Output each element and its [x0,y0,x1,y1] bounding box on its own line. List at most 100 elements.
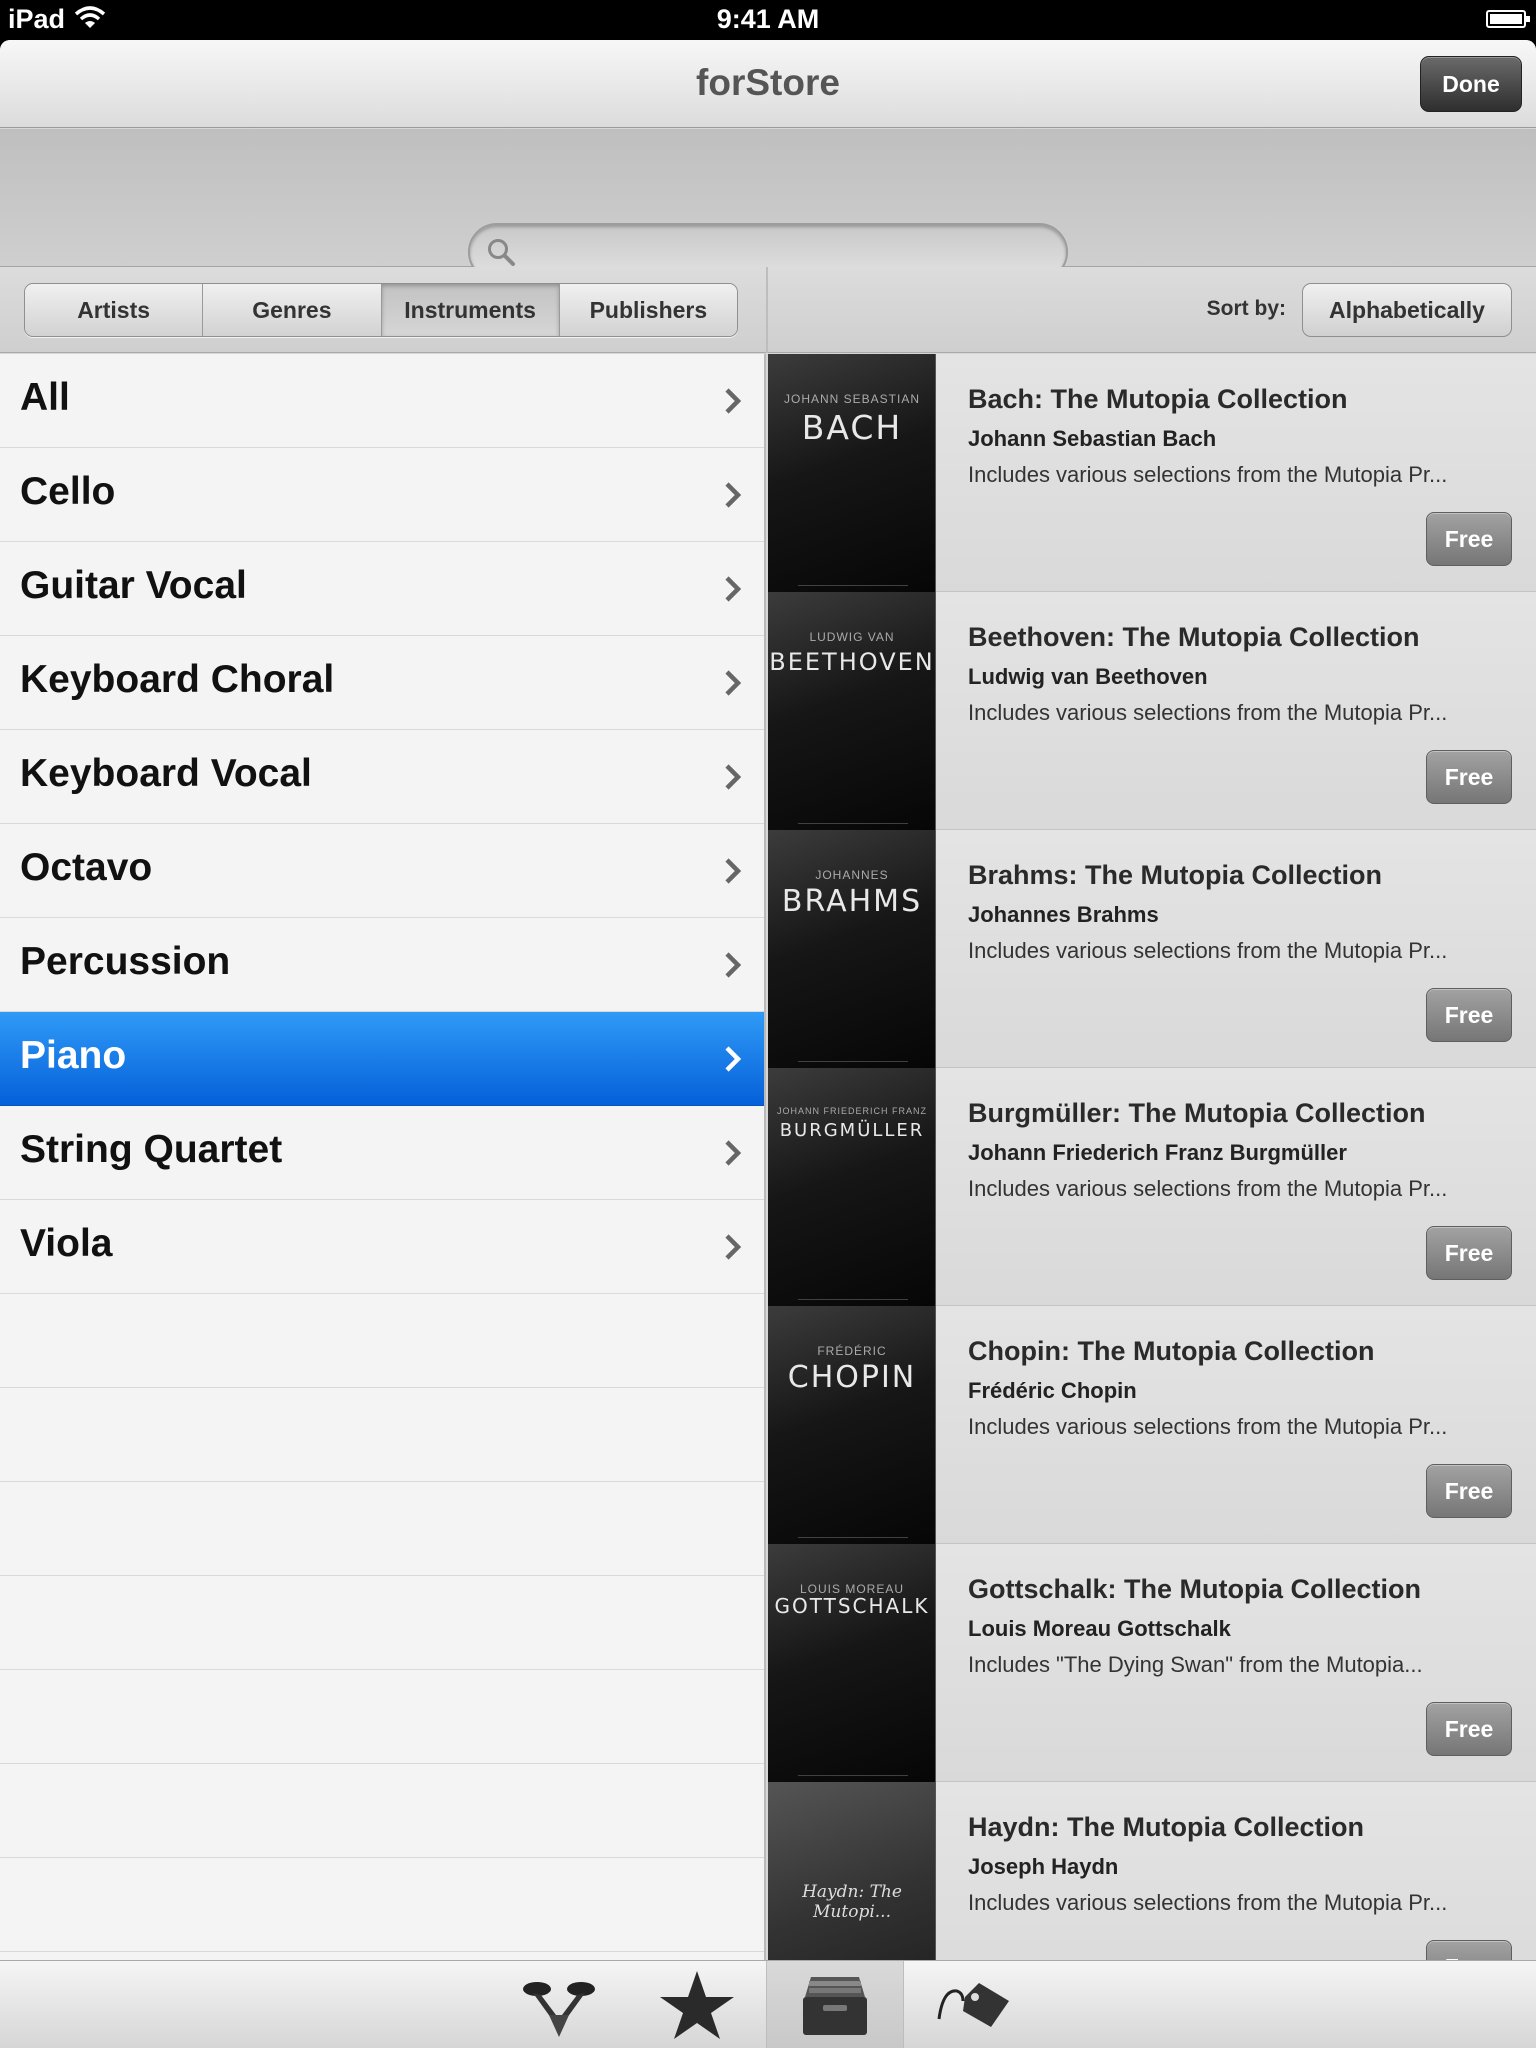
tab-categories[interactable] [766,1961,904,2048]
instrument-label: Keyboard Choral [20,658,335,701]
chevron-right-icon [725,1234,742,1260]
cover-last-name: BEETHOVEN [769,648,935,676]
instrument-row-percussion[interactable]: Percussion [0,918,764,1012]
signature-decoration [798,564,908,586]
cover-first-name: JOHANN SEBASTIAN [783,392,921,406]
signature-decoration [798,802,908,824]
product-title: Beethoven: The Mutopia Collection [968,622,1420,652]
free-button[interactable]: Free [1426,1464,1512,1518]
album-cover: JOHANNES BRAHMS [768,830,936,1068]
product-artist: Joseph Haydn [968,1854,1119,1879]
cover-first-name: JOHANN FRIEDERICH FRANZ [776,1106,927,1116]
product-description: Includes various selections from the Mut… [968,1890,1448,1915]
album-cover: JOHANN FRIEDERICH FRANZ BURGMÜLLER [768,1068,936,1306]
product-description: Includes various selections from the Mut… [968,938,1448,963]
product-title: Burgmüller: The Mutopia Collection [968,1098,1426,1128]
star-icon [660,1971,734,2039]
product-title: Bach: The Mutopia Collection [968,384,1348,414]
product-row[interactable]: JOHANN SEBASTIAN BACH Bach: The Mutopia … [768,354,1536,592]
album-cover: LUDWIG VAN BEETHOVEN [768,592,936,830]
search-input[interactable] [524,233,1044,271]
product-description: Includes various selections from the Mut… [968,1176,1448,1201]
instrument-label: String Quartet [20,1128,283,1171]
price-tag-icon [937,1983,1009,2027]
cover-last-name: BURGMÜLLER [779,1120,925,1141]
segment-instruments[interactable]: Instruments [381,284,560,336]
chevron-right-icon [725,952,742,978]
instrument-label: Cello [20,470,116,513]
tab-top-rated[interactable] [628,1961,766,2048]
instrument-row-string-quartet[interactable]: String Quartet [0,1106,764,1200]
sort-label: Sort by: [1206,297,1286,320]
segment-genres[interactable]: Genres [203,284,382,336]
done-button[interactable]: Done [1420,56,1522,112]
instrument-label: Keyboard Vocal [20,752,312,795]
navigation-bar: forStore Done [0,40,1536,128]
product-artist: Louis Moreau Gottschalk [968,1616,1231,1641]
product-row[interactable]: JOHANN FRIEDERICH FRANZ BURGMÜLLER Burgm… [768,1068,1536,1306]
signature-decoration [798,1516,908,1538]
instrument-row-cello[interactable]: Cello [0,448,764,542]
chevron-right-icon [725,1140,742,1166]
browse-segmented-control: Artists Genres Instruments Publishers [24,283,738,337]
free-button[interactable]: Free [1426,1226,1512,1280]
free-button[interactable]: Free [1426,988,1512,1042]
status-bar: iPad 9:41 AM [0,0,1536,40]
instrument-label: Percussion [20,940,231,983]
battery-icon [1486,10,1530,28]
search-icon [488,239,515,266]
tab-purchased[interactable] [904,1961,1042,2048]
instrument-label: Octavo [20,846,153,889]
segment-artists[interactable]: Artists [25,284,204,336]
free-button[interactable]: Free [1426,1702,1512,1756]
segment-publishers[interactable]: Publishers [559,284,737,336]
search-bar [0,129,1536,281]
album-cover: LOUIS MOREAU GOTTSCHALK [768,1544,936,1782]
tab-featured[interactable] [490,1961,628,2048]
product-row[interactable]: JOHANNES BRAHMS Brahms: The Mutopia Coll… [768,830,1536,1068]
cover-last-name: GOTTSCHALK [774,1594,930,1618]
instrument-row-octavo[interactable]: Octavo [0,824,764,918]
free-button[interactable]: Free [1426,512,1512,566]
instrument-row-all[interactable]: All [0,354,764,448]
chevron-right-icon [725,858,742,884]
instrument-label: Viola [20,1222,113,1265]
empty-row [0,1482,764,1576]
cover-first-name: FRÉDÉRIC [817,1344,887,1358]
empty-row [0,1858,764,1952]
instrument-row-guitar-vocal[interactable]: Guitar Vocal [0,542,764,636]
product-row[interactable]: LUDWIG VAN BEETHOVEN Beethoven: The Muto… [768,592,1536,830]
free-button[interactable]: Free [1426,750,1512,804]
product-list: JOHANN SEBASTIAN BACH Bach: The Mutopia … [768,354,1536,1960]
empty-row [0,1388,764,1482]
cover-script-title: Haydn: The Mutopi... [802,1882,902,1922]
product-title: Haydn: The Mutopia Collection [968,1812,1364,1842]
product-row[interactable]: Haydn: The Mutopi... Haydn: The Mutopia … [768,1782,1536,1960]
instrument-row-piano[interactable]: Piano [0,1012,764,1106]
product-description: Includes various selections from the Mut… [968,700,1448,725]
empty-row [0,1294,764,1388]
cover-last-name: CHOPIN [787,1360,917,1395]
instrument-label: Guitar Vocal [20,564,247,607]
signature-decoration [798,1040,908,1062]
sort-button[interactable]: Alphabetically [1302,283,1512,337]
instrument-label: All [20,376,70,419]
page-title: forStore [696,62,840,103]
free-button[interactable]: Free [1426,1940,1512,1960]
product-row[interactable]: FRÉDÉRIC CHOPIN Chopin: The Mutopia Coll… [768,1306,1536,1544]
product-description: Includes "The Dying Swan" from the Mutop… [968,1652,1423,1677]
instrument-row-keyboard-choral[interactable]: Keyboard Choral [0,636,764,730]
empty-row [0,1670,764,1764]
archive-icon [803,1977,867,2035]
instrument-row-keyboard-vocal[interactable]: Keyboard Vocal [0,730,764,824]
pane-divider [766,267,768,353]
product-row[interactable]: LOUIS MOREAU GOTTSCHALK Gottschalk: The … [768,1544,1536,1782]
instrument-row-viola[interactable]: Viola [0,1200,764,1294]
instrument-label: Piano [20,1034,127,1077]
product-artist: Frédéric Chopin [968,1378,1137,1403]
product-description: Includes various selections from the Mut… [968,462,1448,487]
chevron-right-icon [725,670,742,696]
tab-bar [0,1960,1536,2048]
product-title: Brahms: The Mutopia Collection [968,860,1383,890]
empty-row [0,1576,764,1670]
